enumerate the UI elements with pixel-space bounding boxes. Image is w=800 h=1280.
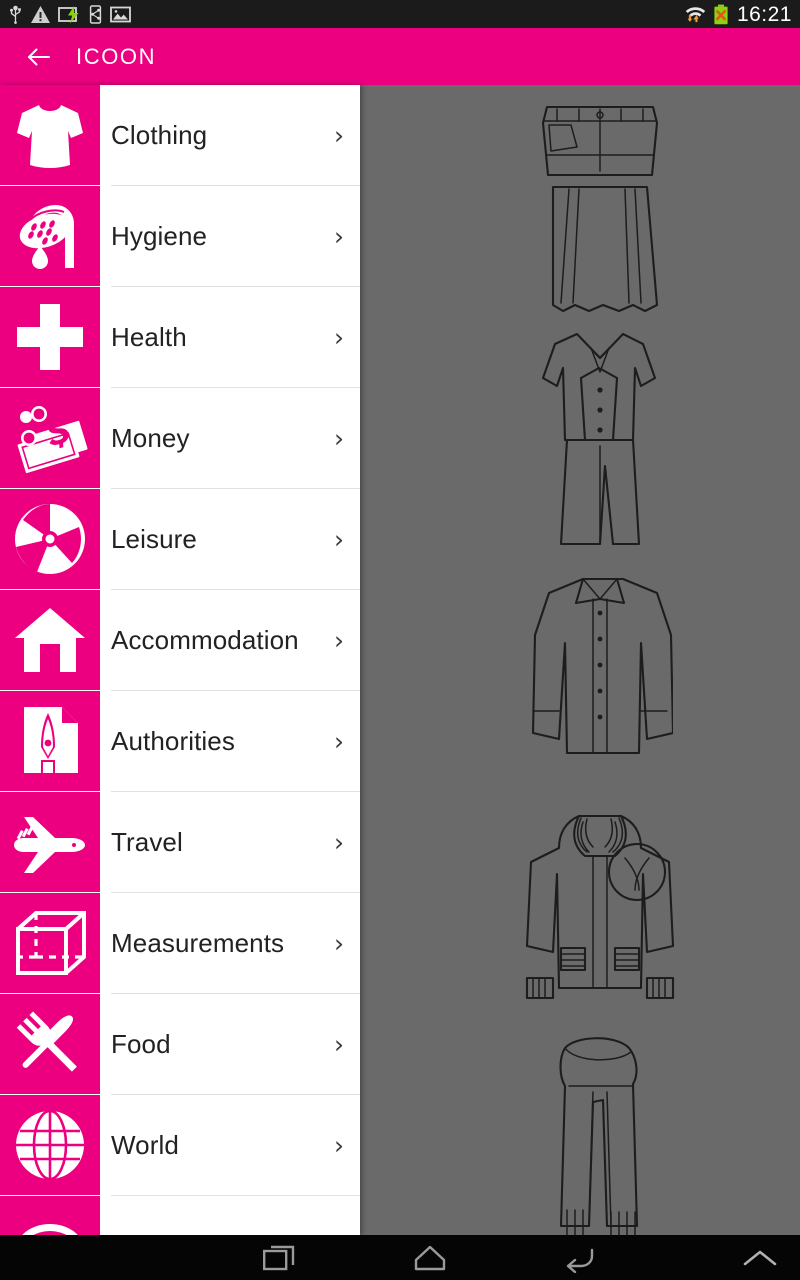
buttoned-shirt-illustration[interactable]: [400, 555, 800, 788]
chevron-right-icon: ›: [334, 323, 344, 352]
beachball-icon: [15, 504, 85, 574]
home-button[interactable]: [355, 1243, 505, 1273]
globe-icon: [16, 1109, 84, 1181]
shower-icon-tile: [0, 186, 100, 286]
airplane-icon-tile: [0, 792, 100, 892]
sidebar-item-authorities[interactable]: Authorities ›: [0, 691, 360, 792]
sidebar-item-money[interactable]: Money ›: [0, 388, 360, 489]
house-icon: [15, 608, 85, 672]
sidebar-item-label: World: [111, 1130, 179, 1160]
sidebar-item-label: Accommodation: [111, 625, 299, 655]
beachball-icon-tile: [0, 489, 100, 589]
chevron-right-icon: ›: [334, 727, 344, 756]
house-icon-tile: [0, 590, 100, 690]
chevron-right-icon: ›: [334, 424, 344, 453]
share-device-icon: [89, 4, 102, 24]
sidebar-item-food[interactable]: Food ›: [0, 994, 360, 1095]
sidebar-row-body: Travel ›: [100, 792, 360, 893]
sidebar-row-body: Accommodation ›: [100, 590, 360, 691]
app-title: ICOON: [76, 43, 157, 69]
sidebar-item-label: Travel: [111, 827, 183, 857]
sidebar-row-body: Money ›: [100, 388, 360, 489]
sidebar-item-label: Clothing: [111, 120, 208, 150]
sidebar-item-measurements[interactable]: Measurements ›: [0, 893, 360, 994]
sidebar-item-label: Food: [111, 1029, 171, 1059]
sidebar-item-world[interactable]: World ›: [0, 1095, 360, 1196]
sidebar-row-body: Clothing ›: [100, 85, 360, 186]
sidebar-item-travel[interactable]: Travel ›: [0, 792, 360, 893]
sidebar-item-label: Money: [111, 423, 190, 453]
cross-icon-tile: [0, 287, 100, 387]
wifi-data-icon: [685, 6, 706, 22]
globe-icon-tile: [0, 1095, 100, 1195]
chevron-right-icon: ›: [334, 121, 344, 150]
chevron-right-icon: ›: [334, 1030, 344, 1059]
usb-icon: [10, 5, 21, 24]
status-bar-left-icons: [8, 4, 131, 24]
medical-cross-icon: [17, 304, 83, 370]
document-pen-icon-tile: [0, 691, 100, 791]
scarf-illustration[interactable]: [400, 1021, 800, 1235]
sidebar-row-body: Food ›: [100, 994, 360, 1095]
speech-bubble-icon-tile: [0, 1196, 100, 1235]
tshirt-icon: [17, 105, 83, 168]
chevron-right-icon: ›: [334, 525, 344, 554]
hooded-jacket-illustration[interactable]: [400, 788, 800, 1021]
battery-no-charge-icon: [714, 4, 728, 24]
airplane-icon: [14, 817, 85, 873]
banknotes-icon: [17, 406, 88, 474]
system-navigation-bar: [0, 1235, 800, 1280]
sidebar-item-health[interactable]: Health ›: [0, 287, 360, 388]
shorts-and-skirt-illustration[interactable]: [400, 89, 800, 322]
tshirt-icon-tile: [0, 85, 100, 185]
sidebar-item-accommodation[interactable]: Accommodation ›: [0, 590, 360, 691]
chevron-right-icon: ›: [334, 626, 344, 655]
sidebar-item-label: Leisure: [111, 524, 197, 554]
chevron-right-icon: ›: [334, 222, 344, 251]
warning-icon: [31, 5, 50, 23]
sidebar-row-body: Health ›: [100, 287, 360, 388]
chevron-right-icon: ›: [334, 1131, 344, 1160]
shower-icon: [19, 204, 74, 269]
sidebar-item-partial[interactable]: [0, 1196, 360, 1235]
back-icon: [566, 1248, 594, 1273]
cutlery-icon: [16, 1011, 77, 1072]
expand-button[interactable]: [720, 1247, 800, 1269]
navigation-drawer: Clothing › Hygiene › Health › Money › Le…: [0, 85, 360, 1235]
cube-icon-tile: [0, 893, 100, 993]
sidebar-row-body: Measurements ›: [100, 893, 360, 994]
speech-bubble-icon: [22, 1224, 78, 1235]
sidebar-item-label: Health: [111, 322, 187, 352]
sidebar-row-body: World ›: [100, 1095, 360, 1196]
home-icon: [414, 1245, 446, 1270]
banknotes-icon-tile: [0, 388, 100, 488]
sidebar-item-clothing[interactable]: Clothing ›: [0, 85, 360, 186]
sidebar-row-body: Authorities ›: [100, 691, 360, 792]
cube-icon: [16, 911, 86, 975]
sidebar-item-hygiene[interactable]: Hygiene ›: [0, 186, 360, 287]
chevron-up-icon: [743, 1250, 777, 1265]
chevron-right-icon: ›: [334, 828, 344, 857]
image-icon: [110, 6, 131, 22]
sidebar-item-label: Hygiene: [111, 221, 208, 251]
app-bar: ICOON: [0, 28, 800, 85]
back-button[interactable]: [505, 1243, 655, 1273]
chevron-right-icon: ›: [334, 929, 344, 958]
document-pen-icon: [24, 707, 78, 773]
status-bar-right-icons: 16:21: [684, 4, 792, 25]
recent-apps-button[interactable]: [205, 1243, 355, 1273]
status-bar: 16:21: [0, 0, 800, 28]
cutlery-icon-tile: [0, 994, 100, 1094]
mens-suit-illustration[interactable]: [400, 322, 800, 555]
status-bar-clock: 16:21: [736, 2, 792, 26]
recent-apps-icon: [263, 1245, 295, 1270]
sidebar-row-body: Hygiene ›: [100, 186, 360, 287]
screen-charging-icon: [58, 5, 79, 23]
sidebar-item-leisure[interactable]: Leisure ›: [0, 489, 360, 590]
sidebar-row-body: Leisure ›: [100, 489, 360, 590]
back-arrow-icon[interactable]: [22, 40, 56, 74]
sidebar-item-label: Measurements: [111, 928, 285, 958]
sidebar-item-label: Authorities: [111, 726, 235, 756]
sidebar-row-body: [100, 1196, 360, 1235]
